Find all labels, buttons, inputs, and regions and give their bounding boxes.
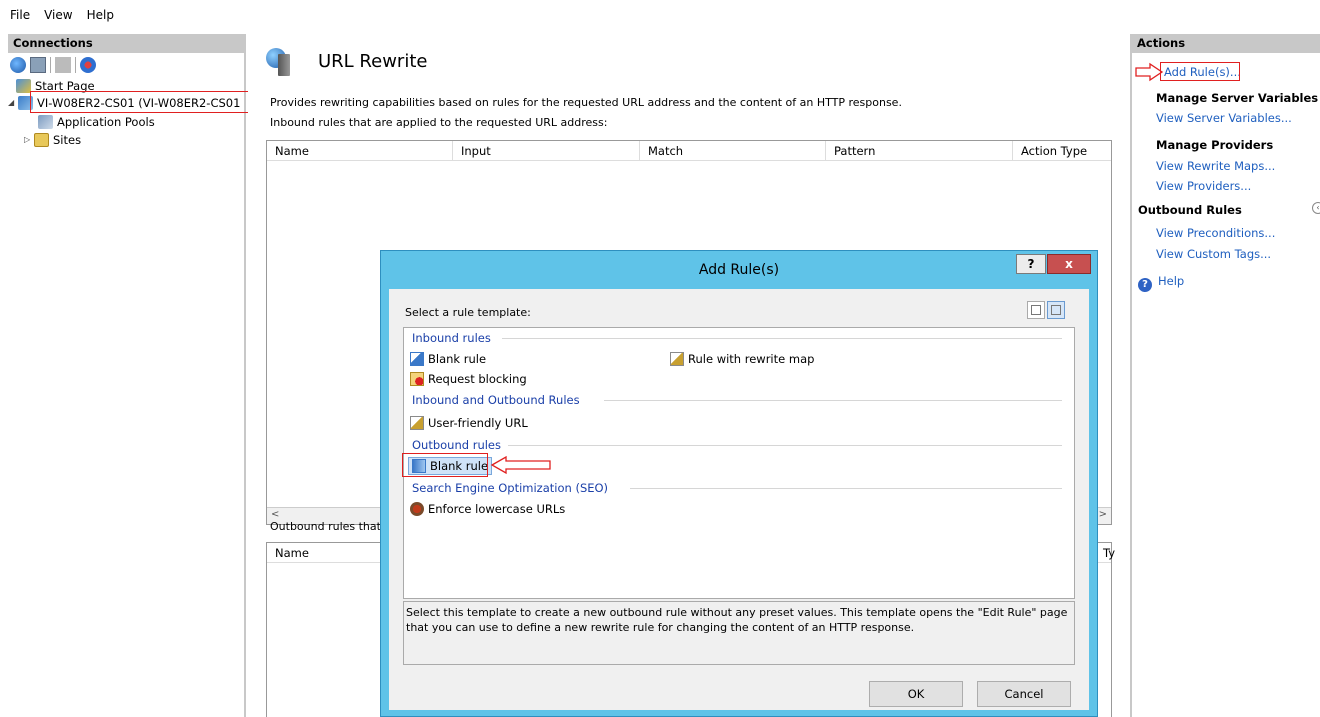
manage-providers-heading: Manage Providers [1156,138,1274,152]
group-outbound-rules: Outbound rules [412,438,501,452]
template-label: Request blocking [428,372,527,386]
inbound-rules-label: Inbound rules that are applied to the re… [270,116,608,129]
template-blank-inbound-rule[interactable]: Blank rule [410,350,486,368]
collapse-section-icon[interactable]: ‹ [1312,202,1320,214]
request-blocking-icon [410,372,424,386]
column-header-action-type[interactable]: Action Type [1021,144,1087,158]
actions-panel: Actions Add Rule(s)... Manage Server Var… [1130,34,1320,717]
scroll-right-icon[interactable]: > [1099,509,1107,520]
manage-server-variables-heading: Manage Server Variables [1156,91,1319,105]
red-arrow-icon [490,455,551,475]
scroll-left-icon[interactable]: < [271,509,279,520]
start-page-icon [16,78,31,93]
toolbar-separator [75,57,76,73]
actions-header: Actions [1132,34,1320,53]
highlight-box [402,453,488,477]
page-title: URL Rewrite [318,51,428,72]
feature-description: Provides rewriting capabilities based on… [270,96,902,109]
template-rule-with-rewrite-map[interactable]: Rule with rewrite map [670,350,814,368]
template-label: Blank rule [428,352,487,366]
menu-bar: File View Help [0,0,1320,30]
template-label: User-friendly URL [428,416,528,430]
connections-toolbar [8,53,244,77]
column-header-pattern[interactable]: Pattern [834,144,875,158]
tree-item-application-pools[interactable]: Application Pools [38,113,155,130]
template-enforce-lowercase-urls[interactable]: Enforce lowercase URLs [410,500,565,518]
expand-icon[interactable]: ▷ [24,135,34,144]
tree-item-label: Sites [53,132,82,147]
collapse-icon[interactable]: ◢ [8,98,18,107]
template-description: Select this template to create a new out… [403,601,1075,665]
template-user-friendly-url[interactable]: User-friendly URL [410,414,528,432]
user-friendly-url-icon [410,416,424,430]
connect-icon[interactable] [10,57,26,73]
tree-item-label: Application Pools [57,114,155,129]
column-header-match[interactable]: Match [648,144,683,158]
view-rewrite-maps-link[interactable]: View Rewrite Maps... [1156,159,1275,173]
group-inbound-rules: Inbound rules [412,331,491,345]
dialog-title: Add Rule(s) [698,262,780,278]
highlight-box [1160,62,1240,81]
outbound-rules-heading: Outbound Rules [1138,203,1242,217]
menu-file[interactable]: File [10,8,30,22]
dialog-close-button[interactable]: x [1047,254,1091,274]
template-request-blocking[interactable]: Request blocking [410,370,527,388]
view-custom-tags-link[interactable]: View Custom Tags... [1156,247,1271,261]
grid-header: Name Input Match Pattern Action Type [267,141,1111,161]
menu-help[interactable]: Help [87,8,114,22]
template-label: Rule with rewrite map [688,352,815,366]
template-label: Enforce lowercase URLs [428,502,566,516]
view-preconditions-link[interactable]: View Preconditions... [1156,226,1275,240]
seo-icon [410,502,424,516]
tree-item-sites[interactable]: ▷ Sites [24,131,81,148]
dialog-help-button[interactable]: ? [1016,254,1046,274]
highlight-box [30,91,250,113]
application-pools-icon [38,114,53,129]
tiles-view-icon[interactable] [1047,301,1065,319]
column-header-name[interactable]: Name [275,546,309,560]
up-icon[interactable] [55,57,71,73]
ok-button[interactable]: OK [869,681,963,707]
outbound-rules-label: Outbound rules that [270,520,381,533]
disconnect-icon[interactable] [80,57,96,73]
view-server-variables-link[interactable]: View Server Variables... [1156,111,1292,125]
dialog-body: Select a rule template: Inbound rules Bl… [389,289,1089,710]
help-icon: ? [1138,278,1152,292]
column-header-type[interactable]: Ty [1103,546,1115,560]
add-rules-dialog: Add Rule(s) ? x Select a rule template: … [380,250,1098,717]
sites-folder-icon [34,132,49,147]
toolbar-separator [50,57,51,73]
rewrite-map-icon [670,352,684,366]
rule-template-list[interactable]: Inbound rules Blank rule Rule with rewri… [402,327,1075,599]
save-icon[interactable] [30,57,46,73]
help-label: Help [1158,274,1185,288]
group-seo: Search Engine Optimization (SEO) [412,481,609,495]
blank-rule-icon [410,352,424,366]
cancel-button[interactable]: Cancel [977,681,1071,707]
view-providers-link[interactable]: View Providers... [1156,179,1251,193]
connections-header: Connections [8,34,244,53]
menu-view[interactable]: View [44,8,72,22]
select-template-label: Select a rule template: [405,306,531,319]
column-header-input[interactable]: Input [461,144,491,158]
help-link[interactable]: ? Help [1138,274,1184,292]
details-view-icon[interactable] [1027,301,1045,319]
url-rewrite-icon [266,48,292,76]
column-header-name[interactable]: Name [275,144,309,158]
connections-panel: Connections Start Page ◢ VI-W08ER2-CS01 … [8,34,250,717]
group-inbound-and-outbound-rules: Inbound and Outbound Rules [412,393,580,407]
